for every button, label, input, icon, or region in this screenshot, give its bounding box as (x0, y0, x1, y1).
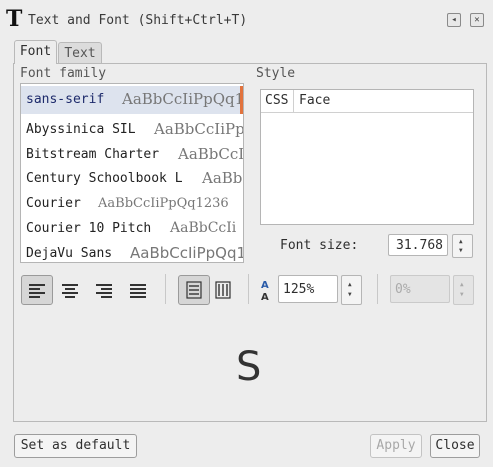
font-size-input[interactable]: 31.768 (388, 234, 448, 256)
font-sample: AaBb (202, 169, 243, 187)
list-item[interactable]: Bitstream Charter AaBbCcIiP (21, 144, 243, 166)
window-title: Text and Font (Shift+Ctrl+T) (28, 13, 248, 28)
font-sample: AaBbCcIiPpQq1236 (98, 196, 229, 211)
toolbar-separator (165, 274, 166, 304)
align-right-icon (96, 284, 112, 298)
letter-spacing-input: 0% (390, 275, 450, 303)
chevron-down-icon: ▼ (459, 247, 463, 254)
font-name: Century Schoolbook L (26, 171, 183, 186)
font-sample: AaBbCcIiP (178, 145, 243, 163)
font-name: Bitstream Charter (26, 147, 160, 162)
align-left-button[interactable] (21, 275, 53, 305)
align-right-button[interactable] (88, 275, 120, 305)
align-center-button[interactable] (54, 275, 86, 305)
column-face[interactable]: Face (299, 90, 330, 112)
font-sample: AaBbCcIi (170, 220, 237, 236)
vertical-text-icon (215, 281, 231, 299)
font-sample: AaBbCcIiPpQq1 (122, 90, 243, 108)
column-css[interactable]: CSS (265, 90, 288, 112)
chevron-down-icon: ▼ (348, 291, 352, 298)
line-spacing-input[interactable]: 125% (278, 275, 338, 303)
horizontal-text-button[interactable] (178, 275, 210, 305)
font-size-label: Font size: (280, 238, 359, 253)
list-item[interactable]: Courier AaBbCcIiPpQq1236 (21, 193, 243, 215)
letter-spacing-stepper: ▲ ▼ (453, 275, 474, 305)
set-default-button[interactable]: Set as default (14, 434, 137, 458)
chevron-up-icon: ▲ (459, 238, 463, 245)
list-item[interactable]: DejaVu Sans AaBbCcIiPpQq1 (21, 243, 243, 262)
font-family-label: Font family (20, 66, 107, 81)
align-left-icon (29, 284, 45, 298)
tab-font[interactable]: Font (14, 40, 57, 64)
align-justify-icon (130, 284, 146, 298)
apply-button[interactable]: Apply (370, 434, 422, 458)
chevron-down-icon: ▼ (460, 291, 464, 298)
tab-text[interactable]: Text (58, 42, 102, 64)
font-name: sans-serif (26, 92, 105, 107)
text-tool-icon: T (6, 6, 23, 32)
list-item[interactable]: Abyssinica SIL AaBbCcIiPpQ (21, 119, 243, 141)
toolbar-separator (248, 274, 249, 304)
list-item[interactable]: sans-serif AaBbCcIiPpQq1 (21, 86, 243, 114)
font-preview: S (236, 344, 262, 390)
vertical-text-button[interactable] (207, 275, 239, 305)
horizontal-text-icon (186, 281, 202, 299)
font-name: Courier 10 Pitch (26, 221, 152, 236)
font-name: Courier (26, 196, 81, 211)
style-table[interactable]: CSS Face (260, 89, 474, 225)
align-center-icon (62, 284, 78, 298)
svg-text:A: A (261, 292, 269, 302)
line-spacing-stepper[interactable]: ▲ ▼ (341, 275, 362, 305)
line-spacing-icon: A A (259, 278, 275, 303)
toolbar-separator (377, 274, 378, 304)
style-label: Style (256, 66, 296, 81)
close-icon[interactable]: ✕ (470, 13, 484, 27)
title-bar: T Text and Font (Shift+Ctrl+T) ◂ ✕ (0, 0, 493, 40)
font-sample: AaBbCcIiPpQ (154, 120, 243, 138)
chevron-up-icon: ▲ (348, 281, 352, 288)
svg-text:A: A (261, 280, 269, 291)
font-name: Abyssinica SIL (26, 122, 136, 137)
font-family-list[interactable]: sans-serif AaBbCcIiPpQq1 Abyssinica SIL … (20, 83, 244, 263)
font-name: DejaVu Sans (26, 246, 113, 261)
font-size-stepper[interactable]: ▲ ▼ (452, 234, 473, 258)
list-item[interactable]: Courier 10 Pitch AaBbCcIi (21, 218, 243, 240)
close-button[interactable]: Close (430, 434, 480, 458)
list-item[interactable]: Century Schoolbook L AaBb (21, 168, 243, 190)
selection-accent (240, 86, 243, 114)
style-table-header: CSS Face (261, 90, 473, 113)
dock-toggle-icon[interactable]: ◂ (447, 13, 461, 27)
chevron-up-icon: ▲ (460, 281, 464, 288)
column-divider (293, 90, 294, 112)
align-justify-button[interactable] (122, 275, 154, 305)
font-sample: AaBbCcIiPpQq1 (130, 244, 243, 262)
